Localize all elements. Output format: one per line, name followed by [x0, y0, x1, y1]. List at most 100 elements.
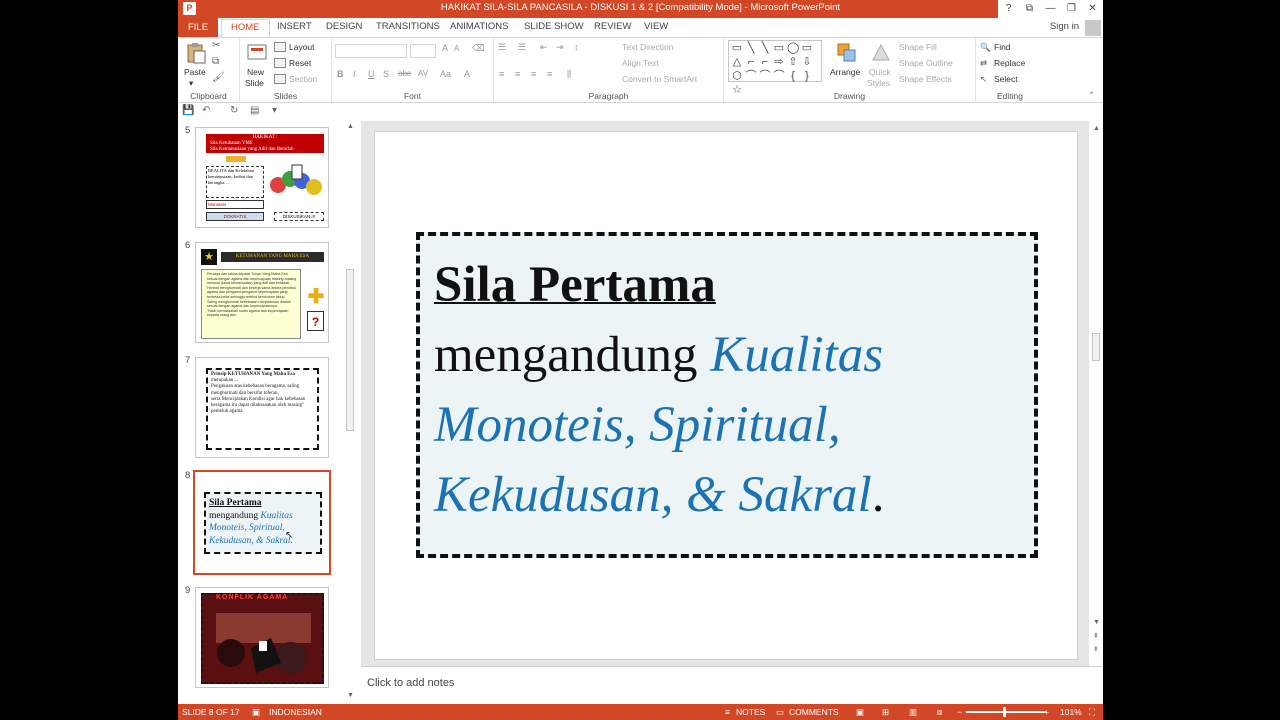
notes-placeholder[interactable]: Click to add notes: [367, 677, 454, 689]
align-center-icon[interactable]: ≡: [515, 69, 520, 79]
shape-item[interactable]: ▭: [773, 42, 785, 55]
clear-formatting-icon[interactable]: ⌫: [472, 43, 485, 54]
replace-button[interactable]: Replace: [994, 58, 1025, 68]
tab-design[interactable]: DESIGN: [326, 21, 362, 32]
current-slide[interactable]: Sila Pertama mengandung Kualitas Monotei…: [374, 131, 1078, 660]
shape-effects-button[interactable]: Shape Effects: [899, 74, 952, 84]
help-icon[interactable]: ?: [998, 0, 1019, 18]
shape-item[interactable]: ⌒: [773, 70, 785, 83]
shape-item[interactable]: ▭: [731, 42, 743, 55]
shape-item[interactable]: ⇧: [787, 56, 799, 69]
underline-button[interactable]: U: [368, 69, 375, 79]
format-painter-icon[interactable]: 🖌: [212, 72, 225, 83]
quick-styles-button-line2[interactable]: Styles: [867, 78, 890, 88]
find-button[interactable]: Find: [994, 42, 1011, 52]
tab-home[interactable]: HOME: [221, 19, 270, 39]
scroll-down-icon[interactable]: ▼: [347, 692, 354, 699]
font-size-box[interactable]: [410, 44, 436, 58]
redo-icon[interactable]: ↻: [230, 105, 238, 116]
text-shadow-button[interactable]: abc: [398, 69, 411, 78]
copy-icon[interactable]: ⧉: [212, 56, 219, 67]
increase-font-icon[interactable]: A: [442, 43, 448, 53]
shape-item[interactable]: ⇩: [801, 56, 813, 69]
text-direction-button[interactable]: Text Direction: [622, 42, 674, 52]
reading-view-icon[interactable]: ▥: [909, 707, 917, 718]
paste-icon[interactable]: [185, 42, 207, 64]
align-left-icon[interactable]: ≡: [499, 69, 504, 79]
line-spacing-icon[interactable]: ↕: [574, 42, 579, 52]
shape-fill-button[interactable]: Shape Fill: [899, 42, 937, 52]
strikethrough-button[interactable]: S: [383, 69, 389, 79]
reset-button[interactable]: Reset: [289, 58, 311, 68]
shape-item[interactable]: ⌐: [745, 56, 757, 69]
italic-button[interactable]: I: [353, 69, 356, 79]
bullets-icon[interactable]: ☰: [498, 42, 506, 53]
justify-icon[interactable]: ≡: [547, 69, 552, 79]
zoom-in-icon[interactable]: +: [1044, 707, 1049, 717]
editor-scroll-up-icon[interactable]: ▲: [1093, 125, 1100, 132]
language-indicator[interactable]: INDONESIAN: [269, 707, 322, 717]
notes-pane[interactable]: Click to add notes: [361, 666, 1103, 704]
increase-indent-icon[interactable]: ⇥: [556, 42, 564, 53]
decrease-font-icon[interactable]: A: [454, 44, 459, 53]
save-icon[interactable]: 💾: [182, 105, 194, 116]
editor-scroll-thumb[interactable]: [1092, 333, 1100, 361]
tab-review[interactable]: REVIEW: [594, 21, 631, 32]
zoom-level[interactable]: 101%: [1060, 707, 1082, 717]
slide-thumbnail-7[interactable]: Prinsip KETUHANAN Yang Maha Esa merupaka…: [195, 357, 329, 458]
close-icon[interactable]: ✕: [1082, 0, 1103, 18]
arrange-icon[interactable]: [836, 42, 858, 64]
paste-dropdown-icon[interactable]: ▾: [189, 78, 193, 89]
next-slide-icon[interactable]: ⇟: [1093, 645, 1099, 653]
slide-sorter-icon[interactable]: ⊞: [882, 707, 889, 718]
new-slide-icon[interactable]: [246, 42, 268, 64]
shape-item[interactable]: △: [731, 56, 743, 69]
shape-item[interactable]: ⇨: [773, 56, 785, 69]
tab-slide-show[interactable]: SLIDE SHOW: [524, 21, 584, 32]
paste-button[interactable]: Paste: [184, 67, 206, 77]
notes-button[interactable]: NOTES: [736, 707, 765, 717]
zoom-slider-thumb[interactable]: [1003, 707, 1006, 717]
fit-slide-icon[interactable]: ⛶: [1089, 707, 1095, 718]
quick-styles-icon[interactable]: [870, 42, 892, 64]
restore-icon[interactable]: ❐: [1061, 0, 1082, 18]
tab-transitions[interactable]: TRANSITIONS: [376, 21, 440, 32]
new-slide-button-line2[interactable]: Slide: [245, 78, 264, 88]
editor-scroll-down-icon[interactable]: ▼: [1093, 619, 1100, 626]
tab-insert[interactable]: INSERT: [277, 21, 312, 32]
layout-button[interactable]: Layout: [289, 42, 315, 52]
shape-item[interactable]: ▭: [801, 42, 813, 55]
cut-icon[interactable]: ✂: [212, 40, 220, 51]
tab-animations[interactable]: ANIMATIONS: [450, 21, 508, 32]
spelling-icon[interactable]: ▣: [252, 707, 260, 718]
editor-scrollbar[interactable]: ▲ ▼ ⇞ ⇟: [1089, 121, 1103, 666]
customize-qat-icon[interactable]: ▾: [272, 105, 277, 116]
new-slide-button[interactable]: New: [247, 67, 264, 77]
thumbnails-scroll-thumb[interactable]: [346, 269, 354, 431]
zoom-slider-track[interactable]: [966, 711, 1046, 713]
normal-view-icon[interactable]: ▣: [856, 707, 864, 718]
slide-thumbnail-5[interactable]: HAKIKAT : Sila Ketuhanan YME Sila Kemanu…: [195, 127, 329, 228]
section-button[interactable]: Section: [289, 74, 317, 84]
shape-item[interactable]: ⌐: [759, 56, 771, 69]
font-color-button[interactable]: A: [464, 69, 470, 79]
previous-slide-icon[interactable]: ⇞: [1093, 632, 1099, 640]
align-right-icon[interactable]: ≡: [531, 69, 536, 79]
shape-item[interactable]: ╲: [745, 42, 757, 55]
shape-item[interactable]: }: [801, 70, 813, 83]
decrease-indent-icon[interactable]: ⇤: [540, 42, 548, 53]
align-text-button[interactable]: Align Text: [622, 58, 659, 68]
ribbon-display-options-icon[interactable]: ⧉: [1019, 0, 1040, 18]
slide-thumbnail-8[interactable]: Sila Pertama mengandung Kualitas Monotei…: [193, 470, 331, 575]
undo-icon[interactable]: ↶: [202, 105, 210, 116]
thumbnails-scrollbar[interactable]: ▲ ▼: [344, 121, 356, 704]
sign-in-link[interactable]: Sign in: [1050, 21, 1079, 32]
quick-styles-button[interactable]: Quick: [869, 67, 891, 77]
font-name-box[interactable]: [335, 44, 407, 58]
collapse-ribbon-icon[interactable]: ⌃: [1088, 90, 1095, 101]
shape-item[interactable]: {: [787, 70, 799, 83]
tab-file[interactable]: FILE: [178, 18, 218, 38]
bold-button[interactable]: B: [337, 69, 344, 79]
slide-thumbnail-9[interactable]: KONFLIK AGAMA: [195, 587, 329, 688]
minimize-icon[interactable]: —: [1040, 0, 1061, 18]
